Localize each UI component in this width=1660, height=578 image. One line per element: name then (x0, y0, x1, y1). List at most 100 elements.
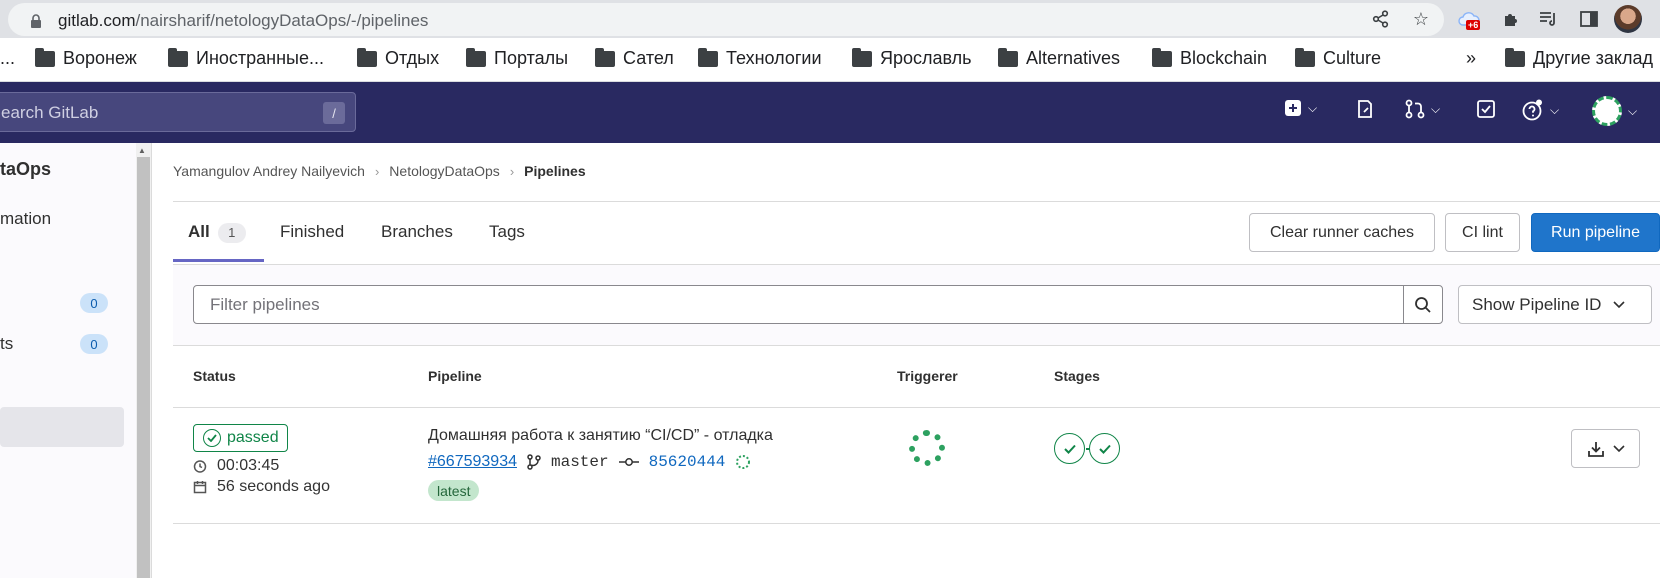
other-bookmarks-label: Другие заклад (1533, 48, 1653, 68)
triggerer-avatar[interactable] (909, 430, 945, 466)
chevron-down-icon: ⌵ (1308, 100, 1318, 115)
help-icon (1522, 99, 1542, 121)
bookmark-folder[interactable]: Сател (595, 47, 674, 69)
side-panel-icon[interactable] (1578, 8, 1600, 30)
dropdown-label: Show Pipeline ID (1472, 294, 1602, 314)
todo-check-icon (1477, 100, 1495, 118)
folder-icon (1295, 47, 1315, 67)
pipeline-commit-title[interactable]: Домашняя работа к занятию “CI/CD” - отла… (428, 427, 773, 445)
breadcrumb: Yamangulov Andrey Nailyevich › NetologyD… (173, 163, 586, 179)
commit-icon (618, 458, 639, 466)
folder-icon (698, 47, 718, 67)
calendar-icon (193, 481, 207, 494)
tab-count-badge: 1 (217, 223, 246, 243)
merge-request-icon (1405, 99, 1425, 119)
column-header-triggerer: Triggerer (897, 368, 958, 384)
user-avatar (1592, 96, 1622, 126)
bookmark-folder[interactable]: Технологии (698, 47, 822, 69)
folder-icon (595, 47, 615, 67)
more-bookmarks-label: » (1466, 48, 1477, 68)
sidebar-item-active[interactable] (0, 407, 124, 447)
tab-all[interactable]: All 1 (188, 222, 246, 243)
tab-tags[interactable]: Tags (489, 222, 525, 242)
puzzle-icon[interactable] (1500, 8, 1522, 30)
chevron-down-icon: ⌵ (1431, 101, 1441, 116)
chevron-right-icon: › (374, 163, 380, 179)
stage-status-passed[interactable] (1054, 433, 1085, 464)
commit-sha-link[interactable]: 85620444 (649, 453, 726, 471)
breadcrumb-namespace[interactable]: Yamangulov Andrey Nailyevich (173, 163, 365, 179)
status-badge[interactable]: passed (193, 424, 288, 452)
user-menu-button[interactable]: ⌵ (1592, 96, 1637, 126)
ci-lint-button[interactable]: CI lint (1445, 213, 1520, 252)
other-bookmarks-folder[interactable]: Другие заклад (1505, 47, 1653, 69)
bookmark-star-icon[interactable]: ☆ (1410, 8, 1432, 30)
more-bookmarks-button[interactable]: » (1466, 48, 1476, 69)
tab-branches[interactable]: Branches (381, 222, 453, 242)
folder-icon (1505, 47, 1525, 67)
issues-icon (1358, 100, 1372, 118)
create-new-button[interactable]: ⌵ (1284, 99, 1317, 117)
search-input[interactable]: earch GitLab / (0, 92, 356, 132)
status-label: passed (227, 429, 279, 446)
finished-time[interactable]: 56 seconds ago (217, 478, 330, 496)
media-control-icon[interactable] (1538, 8, 1560, 30)
sidebar-item-truncated[interactable]: ts (0, 334, 13, 354)
sidebar-scrollbar-thumb[interactable] (137, 157, 150, 578)
filter-pipelines-input[interactable]: Filter pipelines (193, 285, 1404, 324)
breadcrumb-project[interactable]: NetologyDataOps (389, 163, 500, 179)
address-bar[interactable]: gitlab.com/nairsharif/netologyDataOps/-/… (8, 3, 1444, 36)
commit-author-avatar-icon (736, 455, 751, 469)
pipeline-id-link[interactable]: #667593934 (428, 453, 517, 471)
clear-runner-caches-button[interactable]: Clear runner caches (1249, 213, 1435, 252)
issues-button[interactable] (1356, 99, 1374, 119)
sidebar-item-information[interactable]: mation (0, 209, 51, 229)
duration-value: 00:03:45 (217, 457, 280, 474)
folder-icon (466, 47, 486, 67)
bookmark-folder[interactable]: Порталы (466, 47, 568, 69)
show-pipeline-id-dropdown[interactable]: Show Pipeline ID (1458, 285, 1652, 324)
folder-icon (998, 47, 1018, 67)
url-path: /nairsharif/netologyDataOps/-/pipelines (135, 11, 429, 30)
bookmark-label: Технологии (726, 48, 822, 68)
tab-label: Tags (489, 222, 525, 241)
breadcrumb-current[interactable]: Pipelines (524, 163, 585, 179)
todos-button[interactable] (1476, 99, 1496, 119)
scroll-up-arrow-icon[interactable]: ▲ (138, 146, 146, 155)
help-button[interactable]: ⌵ (1522, 99, 1559, 121)
folder-icon (35, 47, 55, 67)
download-artifacts-button[interactable] (1571, 429, 1640, 468)
bookmark-folder[interactable]: Ярославль (852, 47, 972, 69)
stage-status-passed[interactable] (1089, 433, 1120, 464)
extension-badge: +6 (1466, 20, 1481, 30)
bookmark-truncated[interactable]: ... (0, 48, 15, 69)
share-icon[interactable] (1370, 8, 1392, 30)
profile-avatar[interactable] (1614, 5, 1642, 33)
bookmark-folder[interactable]: Иностранные... (168, 47, 324, 69)
chevron-down-icon: ⌵ (1550, 102, 1560, 117)
tab-finished[interactable]: Finished (280, 222, 344, 242)
divider (173, 201, 1660, 202)
column-header-pipeline: Pipeline (428, 368, 482, 384)
column-header-stages: Stages (1054, 368, 1100, 384)
bookmark-folder[interactable]: Alternatives (998, 47, 1120, 69)
bookmark-folder[interactable]: Culture (1295, 47, 1381, 69)
chevron-down-icon: ⌵ (1628, 103, 1638, 118)
merge-requests-button[interactable]: ⌵ (1405, 99, 1440, 119)
run-pipeline-button[interactable]: Run pipeline (1531, 213, 1660, 252)
divider (173, 407, 1660, 408)
branch-name[interactable]: master (551, 453, 609, 471)
bookmark-truncated-label: ... (0, 48, 16, 68)
timer-icon (193, 460, 207, 473)
bookmark-label: Отдых (385, 48, 440, 68)
check-circle-icon (203, 429, 221, 447)
bookmark-label: Ярославль (880, 48, 972, 68)
bookmark-folder[interactable]: Blockchain (1152, 47, 1267, 69)
filter-search-button[interactable] (1403, 285, 1443, 324)
bookmark-folder[interactable]: Отдых (357, 47, 440, 69)
bookmark-folder[interactable]: Воронеж (35, 47, 137, 69)
sidebar-item-count: 0 (80, 334, 108, 354)
folder-icon (357, 47, 377, 67)
chevron-down-icon (1612, 444, 1625, 452)
sidebar-project-title[interactable]: taOps (0, 159, 51, 180)
